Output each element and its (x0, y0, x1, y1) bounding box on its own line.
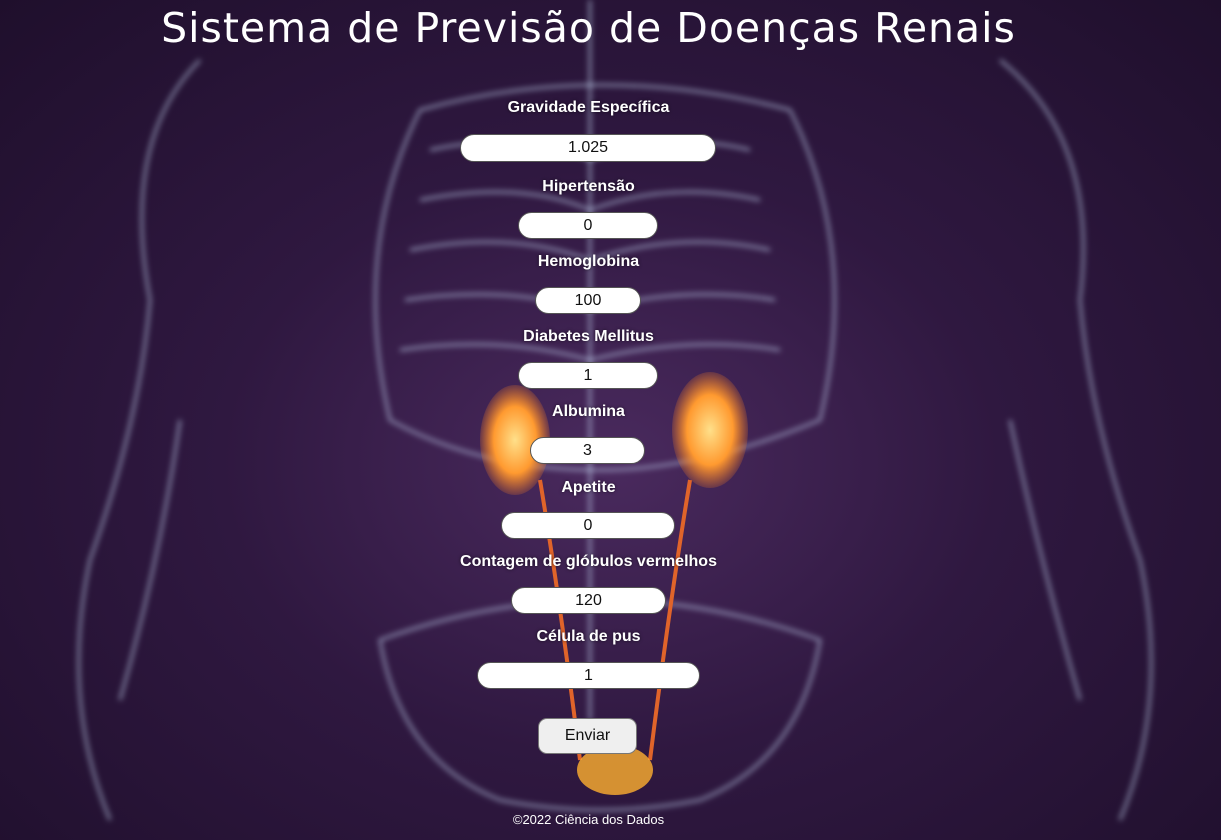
albumina-input[interactable] (530, 437, 645, 464)
hemoglobina-input[interactable] (535, 287, 641, 314)
label-celula-de-pus: Célula de pus (536, 628, 641, 645)
label-diabetes-mellitus: Diabetes Mellitus (523, 328, 654, 345)
celula-de-pus-input[interactable] (477, 662, 700, 689)
label-albumina: Albumina (552, 403, 625, 420)
gravidade-especifica-input[interactable] (460, 134, 716, 162)
label-apetite: Apetite (561, 479, 616, 496)
contagem-globulos-vermelhos-input[interactable] (511, 587, 666, 614)
label-contagem-globulos-vermelhos: Contagem de glóbulos vermelhos (460, 553, 717, 570)
apetite-input[interactable] (501, 512, 675, 539)
diabetes-mellitus-input[interactable] (518, 362, 658, 389)
footer-copyright: ©2022 Ciência dos Dados (512, 812, 665, 827)
hipertensao-input[interactable] (518, 212, 658, 239)
label-hemoglobina: Hemoglobina (537, 253, 640, 270)
submit-button[interactable]: Enviar (538, 718, 637, 754)
prediction-form: Gravidade Específica Hipertensão Hemoglo… (0, 0, 1177, 840)
label-hipertensao: Hipertensão (542, 178, 635, 195)
label-gravidade-especifica: Gravidade Específica (507, 99, 670, 116)
